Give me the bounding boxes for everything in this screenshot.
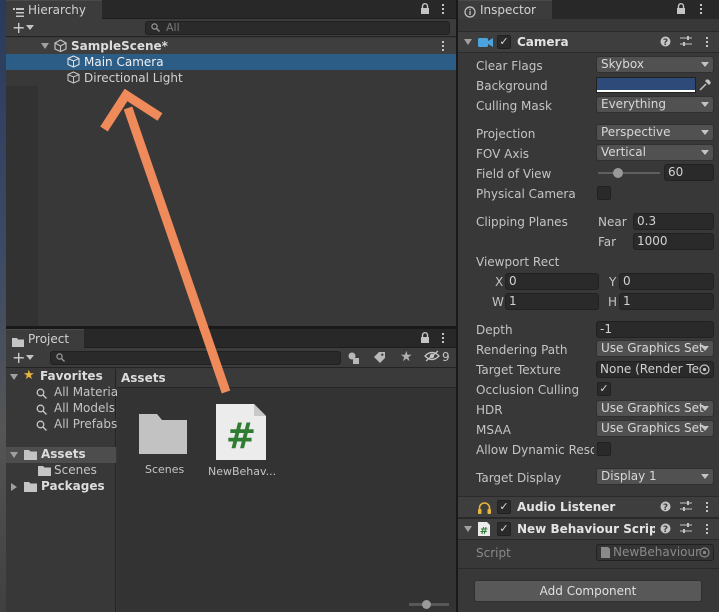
annotation-arrow — [100, 88, 231, 394]
